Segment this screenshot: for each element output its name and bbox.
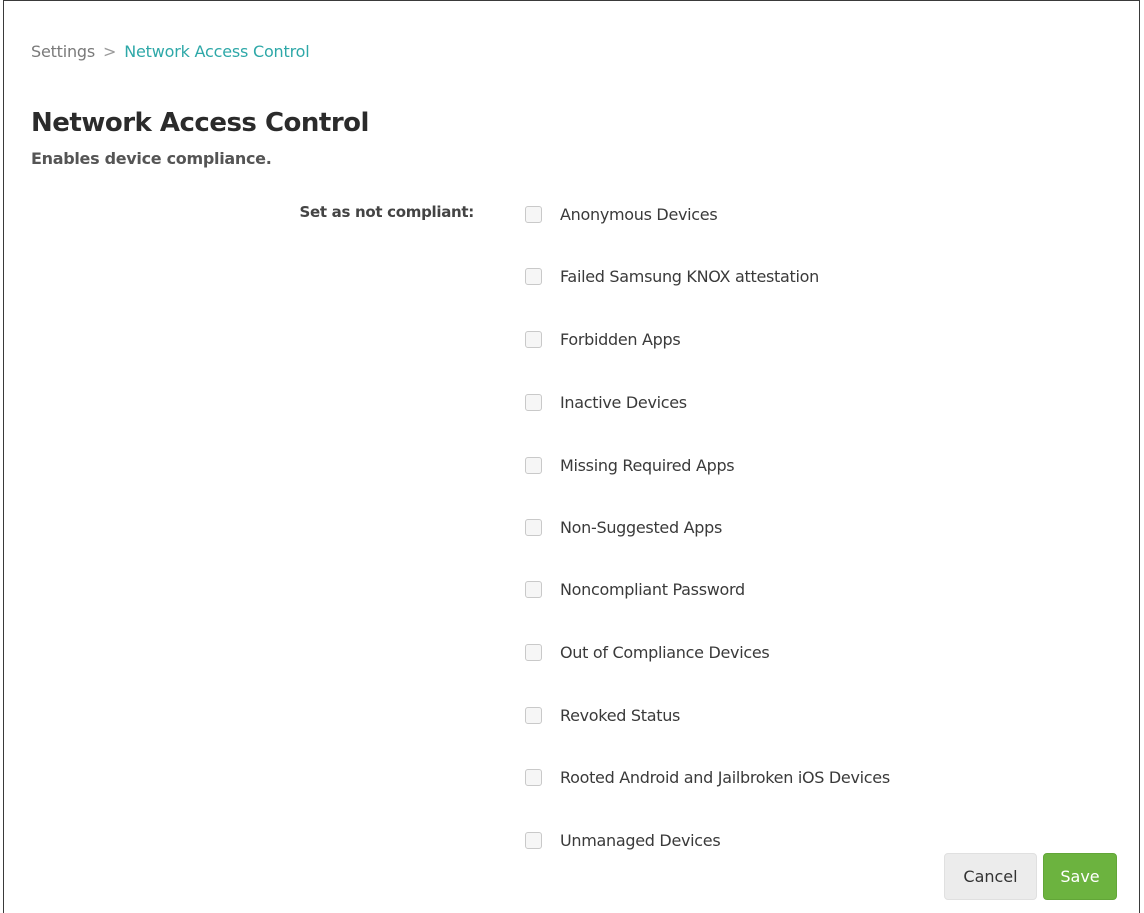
cancel-button[interactable]: Cancel [944, 853, 1037, 900]
option-out-of-compliance-devices[interactable]: Out of Compliance Devices [525, 641, 770, 663]
checkbox[interactable] [525, 518, 542, 536]
checkbox[interactable] [525, 205, 542, 223]
option-missing-required-apps[interactable]: Missing Required Apps [525, 454, 735, 476]
breadcrumb-separator: > [103, 42, 117, 61]
option-unmanaged-devices[interactable]: Unmanaged Devices [525, 829, 721, 851]
breadcrumb: Settings > Network Access Control [31, 42, 310, 62]
checkbox[interactable] [525, 330, 542, 348]
option-failed-samsung-knox[interactable]: Failed Samsung KNOX attestation [525, 265, 819, 287]
option-label: Noncompliant Password [560, 579, 745, 599]
option-noncompliant-password[interactable]: Noncompliant Password [525, 578, 745, 600]
checkbox[interactable] [525, 267, 542, 285]
option-inactive-devices[interactable]: Inactive Devices [525, 391, 687, 413]
page-subtitle: Enables device compliance. [31, 149, 272, 168]
option-label: Non-Suggested Apps [560, 517, 723, 537]
option-revoked-status[interactable]: Revoked Status [525, 704, 680, 726]
option-non-suggested-apps[interactable]: Non-Suggested Apps [525, 516, 722, 538]
checkbox[interactable] [525, 831, 542, 849]
option-label: Rooted Android and Jailbroken iOS Device… [560, 767, 890, 787]
option-label: Forbidden Apps [560, 329, 681, 349]
option-label: Out of Compliance Devices [560, 642, 770, 662]
option-rooted-jailbroken-devices[interactable]: Rooted Android and Jailbroken iOS Device… [525, 766, 890, 788]
checkbox[interactable] [525, 580, 542, 598]
option-label: Anonymous Devices [560, 204, 718, 224]
checkbox[interactable] [525, 706, 542, 724]
page-title: Network Access Control [31, 108, 369, 138]
checkbox[interactable] [525, 768, 542, 786]
checkbox[interactable] [525, 393, 542, 411]
option-label: Revoked Status [560, 705, 681, 725]
save-button[interactable]: Save [1043, 853, 1117, 900]
breadcrumb-current[interactable]: Network Access Control [124, 42, 309, 61]
option-forbidden-apps[interactable]: Forbidden Apps [525, 328, 681, 350]
checkbox[interactable] [525, 643, 542, 661]
option-label: Unmanaged Devices [560, 830, 721, 850]
checkbox[interactable] [525, 456, 542, 474]
not-compliant-label: Set as not compliant: [299, 203, 474, 221]
breadcrumb-settings-link[interactable]: Settings [31, 42, 95, 61]
option-label: Failed Samsung KNOX attestation [560, 266, 819, 286]
option-label: Missing Required Apps [560, 455, 735, 475]
option-anonymous-devices[interactable]: Anonymous Devices [525, 203, 718, 225]
option-label: Inactive Devices [560, 392, 687, 412]
